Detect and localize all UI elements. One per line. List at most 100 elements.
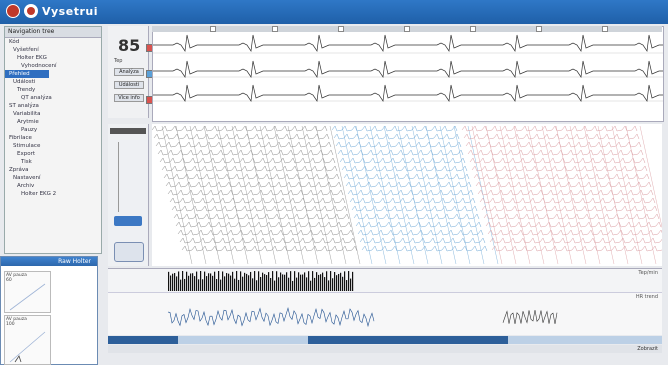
tree-item[interactable]: Export [5, 150, 101, 158]
histogram-bar [348, 271, 350, 291]
ruler-marker[interactable] [536, 26, 542, 32]
tree-item[interactable]: Tisk [5, 158, 101, 166]
histogram-bar [322, 272, 324, 291]
tree-item[interactable]: Přehled [5, 70, 49, 78]
tree-item[interactable]: Vyšetření [5, 46, 101, 54]
tree-item[interactable]: Stimulace [5, 142, 101, 150]
waterfall-trace [343, 173, 470, 180]
raw-holter-plot [9, 331, 46, 363]
status-text[interactable]: Zobrazit [637, 346, 658, 352]
waterfall-trace [181, 245, 358, 252]
tree-item[interactable]: ST analýza [5, 102, 101, 110]
tree-item[interactable]: Trendy [5, 86, 101, 94]
histogram-bar [210, 273, 212, 291]
zoom-ruler[interactable] [110, 128, 146, 134]
histogram-bar [342, 276, 344, 291]
info-panel: 85 Tep Analýza Události Více info [108, 26, 154, 118]
tree-item[interactable]: Kód [5, 38, 101, 46]
tree-item[interactable]: Vyhodnocení [5, 62, 101, 70]
waterfall-trace [179, 237, 356, 244]
navigation-tree: Navigation tree Kód Vyšetření Holter EKG Vy… [4, 26, 102, 254]
histogram-bar [288, 277, 290, 291]
ruler-marker[interactable] [602, 26, 608, 32]
histogram-bar [268, 272, 270, 291]
ruler-marker[interactable] [404, 26, 410, 32]
histogram-bar [252, 278, 254, 291]
histogram-bar [294, 271, 296, 291]
direction-pad-icon[interactable] [114, 242, 144, 262]
waterfall-trace [357, 229, 484, 236]
time-ruler[interactable] [152, 26, 662, 32]
ruler-marker[interactable] [338, 26, 344, 32]
heart-rate-histogram[interactable]: Tep/min [108, 268, 662, 293]
tree-item[interactable]: Nastavení [5, 174, 101, 182]
histogram-bar [188, 275, 190, 291]
waterfall-trace [153, 133, 330, 140]
tree-item[interactable]: Variabilita [5, 110, 101, 118]
histogram-bar [352, 271, 354, 291]
tree-item[interactable]: Události [5, 78, 101, 86]
waterfall-trace [159, 157, 336, 164]
trend-line-1 [167, 307, 375, 328]
waterfall-gridline [453, 125, 485, 265]
waterfall-gridline [259, 125, 291, 265]
waterfall-gridline [383, 125, 415, 265]
title-bar: Vysetrui [0, 0, 668, 24]
histogram-bar [180, 279, 182, 291]
histogram-bar [176, 276, 178, 291]
tree-item[interactable]: Holter EKG 2 [5, 190, 101, 198]
ruler-marker[interactable] [272, 26, 278, 32]
histogram-bar [316, 272, 318, 291]
waterfall-trace [491, 245, 668, 252]
waterfall-gridline [231, 125, 263, 265]
histogram-bar [248, 275, 250, 291]
waterfall-trace [151, 125, 328, 132]
waterfall-gridline [203, 125, 235, 265]
time-navigation-bar[interactable] [108, 336, 662, 344]
time-segment[interactable] [308, 336, 508, 344]
histogram-bar [326, 271, 328, 291]
waterfall-gridline [439, 125, 471, 265]
histogram-bar [232, 271, 234, 291]
histogram-bar [284, 274, 286, 291]
app-title: Vysetrui [42, 5, 98, 18]
tree-item[interactable]: Fibrilace [5, 134, 101, 142]
time-segment[interactable] [108, 336, 178, 344]
amplitude-scale [118, 142, 139, 212]
histogram-bar [208, 273, 210, 291]
ecg-strips[interactable] [152, 26, 668, 122]
waterfall-trace [337, 149, 464, 156]
ruler-marker[interactable] [210, 26, 216, 32]
status-bar: Zobrazit [108, 345, 662, 353]
tree-item[interactable]: Arytmie [5, 118, 101, 126]
record-icon[interactable] [24, 4, 38, 18]
waterfall-gridline [369, 125, 401, 265]
histogram-bar [240, 271, 242, 291]
analysis-button[interactable]: Analýza [114, 68, 144, 76]
histogram-bar [282, 274, 284, 291]
raw-holter-cell-2[interactable]: AV pauza 100 [4, 315, 51, 365]
histogram-bar [192, 273, 194, 291]
beat-overview[interactable] [151, 124, 668, 266]
hr-trend[interactable]: HR trend [108, 292, 662, 335]
waterfall-plot [151, 125, 668, 265]
navigation-button[interactable] [114, 216, 142, 226]
tree-item[interactable]: Archiv [5, 182, 101, 190]
waterfall-gridline [189, 125, 221, 265]
histogram-bar [250, 271, 252, 291]
tree-item[interactable]: Pauzy [5, 126, 101, 134]
histogram-bar [328, 280, 330, 291]
histogram-bar [350, 278, 352, 291]
tree-item[interactable]: Holter EKG [5, 54, 101, 62]
tree-item[interactable]: Zpráva [5, 166, 101, 174]
more-info-button[interactable]: Více info [114, 94, 144, 102]
tree-item[interactable]: QT analýza [5, 94, 101, 102]
trend-label: HR trend [635, 294, 658, 300]
histogram-bar [312, 271, 314, 291]
histogram-bar [336, 275, 338, 291]
raw-holter-cell-1[interactable]: AV pauza 60 [4, 271, 51, 313]
events-button[interactable]: Události [114, 81, 144, 89]
ruler-marker[interactable] [470, 26, 476, 32]
histogram-bar [230, 275, 232, 291]
histogram-bar [264, 274, 266, 291]
